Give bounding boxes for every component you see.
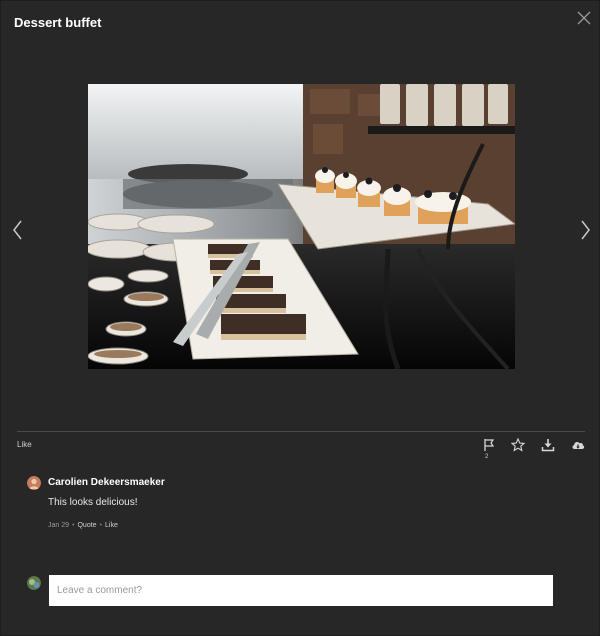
comment-input[interactable] [49, 575, 553, 606]
comment-like-link[interactable]: Like [105, 522, 118, 529]
commenter-avatar[interactable] [27, 476, 41, 490]
close-icon[interactable] [576, 10, 592, 26]
lightbox-title: Dessert buffet [14, 15, 102, 30]
divider [17, 431, 585, 432]
current-user-avatar [27, 576, 41, 590]
like-button[interactable]: Like [17, 440, 32, 449]
chevron-right-icon[interactable] [578, 219, 592, 241]
cloud-download-icon[interactable] [571, 438, 585, 452]
comment-meta: Jan 29 • Quote • Like [48, 522, 118, 529]
dessert-photo [88, 84, 515, 369]
comment-author[interactable]: Carolien Dekeersmaeker [48, 477, 165, 488]
comment-text: This looks delicious! [48, 497, 138, 508]
chevron-left-icon[interactable] [11, 219, 25, 241]
flag-count: 2 [485, 454, 489, 460]
quote-link[interactable]: Quote [77, 522, 96, 529]
lightbox: Dessert buffet Like 2 Carolien Dekeersma… [0, 0, 600, 636]
star-icon[interactable] [511, 438, 525, 452]
download-icon[interactable] [541, 438, 555, 452]
comment-date: Jan 29 [48, 522, 70, 529]
separator-dot: • [72, 522, 75, 529]
separator-dot: • [99, 522, 103, 529]
flag-icon[interactable] [482, 438, 496, 452]
